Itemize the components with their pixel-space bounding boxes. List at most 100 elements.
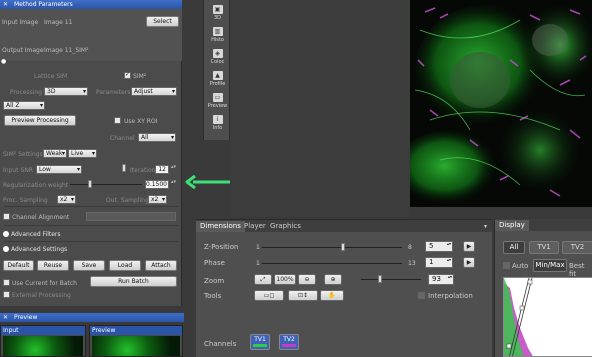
auto-label: Auto <box>512 262 529 270</box>
display-histogram[interactable] <box>503 277 592 357</box>
advanced-filters-label[interactable]: Advanced Filters <box>11 231 61 238</box>
output-image-value: Image 11_SIM² <box>44 47 89 54</box>
min-max-button[interactable]: Min/Max <box>533 259 567 272</box>
sim-checkbox-label: SIM² <box>133 73 147 80</box>
sim-settings-select[interactable]: Weak <box>43 149 67 158</box>
zoom-100-button[interactable]: 100% <box>274 274 296 285</box>
reg-weight-input[interactable]: 0.1500 <box>145 180 169 189</box>
microscopy-image[interactable] <box>410 0 592 207</box>
section-expand-icon[interactable]: ● <box>1 58 6 65</box>
pan-hand-icon[interactable]: ✋ <box>320 290 344 301</box>
tool-info[interactable]: i Info <box>204 112 231 134</box>
best-fit-label[interactable]: Best fit <box>569 262 592 278</box>
load-button[interactable]: Load <box>109 260 141 271</box>
zoom-label: Zoom <box>204 277 225 285</box>
view-tools-strip: ▣ 3D ▥ Histo ◈ Coloc ▲ Profile ▭ Preview i Inf… <box>203 0 230 140</box>
zoom-out-icon[interactable]: ⊖ <box>298 274 316 285</box>
proc-sampling-select[interactable]: x2 <box>57 195 76 204</box>
display-tv2-button[interactable]: TV2 <box>562 241 592 254</box>
preview-processing-button[interactable]: Preview Processing <box>4 115 76 126</box>
preview-input-image <box>3 336 83 356</box>
divider <box>4 225 178 226</box>
advanced-filters-expand-icon[interactable] <box>3 231 9 237</box>
method-parameters-header[interactable]: ✕ Method Parameters <box>0 0 182 9</box>
iterations-input[interactable]: 12 <box>155 165 169 174</box>
preview-header[interactable]: ✕ Preview <box>0 313 184 322</box>
out-sampling-select[interactable]: x2 <box>148 195 167 204</box>
channel-tv2-color <box>282 344 296 347</box>
select-region-icon[interactable]: ▭◻ <box>254 290 284 301</box>
zoom-input[interactable]: 93 <box>428 274 454 285</box>
zoom-in-icon[interactable]: ⊕ <box>324 274 342 285</box>
z-position-input[interactable]: 5 <box>425 241 453 252</box>
tab-graphics[interactable]: Graphics <box>266 221 305 232</box>
default-button[interactable]: Default <box>3 260 34 271</box>
preview-input-pane: Input <box>0 325 86 357</box>
all-z-select[interactable]: All Z <box>3 101 45 110</box>
display-tv1-button[interactable]: TV1 <box>529 241 559 254</box>
sim-live-select[interactable]: Live <box>68 149 97 158</box>
reg-weight-slider-knob[interactable] <box>88 180 92 188</box>
tool-3d[interactable]: ▣ 3D <box>204 2 231 24</box>
input-snr-select[interactable]: Low <box>36 165 82 174</box>
parameters-select[interactable]: Adjust <box>131 87 177 96</box>
external-processing-checkbox[interactable] <box>3 291 10 298</box>
phase-slider[interactable] <box>262 263 402 264</box>
reuse-button[interactable]: Reuse <box>37 260 69 271</box>
dimensions-panel: Dimensions Player Graphics ▾ Z-Position … <box>196 219 492 357</box>
save-button[interactable]: Save <box>73 260 105 271</box>
attach-button[interactable]: Attach <box>145 260 177 271</box>
phase-play-icon[interactable]: ▶ <box>463 257 475 268</box>
phase-input[interactable]: 1 <box>425 257 453 268</box>
z-position-slider[interactable] <box>262 247 402 248</box>
channel-alignment-field[interactable] <box>86 212 176 221</box>
display-all-button[interactable]: All <box>503 241 525 254</box>
panel-menu-chevron-icon[interactable]: ▾ <box>480 221 491 232</box>
input-snr-label: Input SNR <box>3 167 33 174</box>
auto-checkbox[interactable] <box>503 262 510 269</box>
select-button[interactable]: Select <box>146 16 179 27</box>
tool-profile[interactable]: ▲ Profile <box>204 68 231 90</box>
iterations-spin-icon[interactable]: ▴▾ <box>171 164 176 170</box>
processing-label: Processing <box>10 89 43 96</box>
tool-coloc[interactable]: ◈ Coloc <box>204 46 231 68</box>
z-play-icon[interactable]: ▶ <box>463 241 475 252</box>
external-processing-label: External Processing <box>12 292 71 299</box>
channel-alignment-checkbox[interactable] <box>3 213 10 220</box>
tab-dimensions[interactable]: Dimensions <box>196 221 245 232</box>
z-position-label: Z-Position <box>204 243 239 251</box>
out-sampling-label: Out. Sampling <box>106 197 149 204</box>
collapse-icon[interactable]: ✕ <box>3 313 8 322</box>
run-batch-button[interactable]: Run Batch <box>90 276 177 287</box>
channel-tv1-button[interactable]: TV1 <box>250 334 270 350</box>
advanced-settings-expand-icon[interactable] <box>3 246 9 252</box>
phase-max: 13 <box>408 260 416 267</box>
channel-tv2-button[interactable]: TV2 <box>279 334 299 350</box>
phase-label: Phase <box>204 259 225 267</box>
use-xy-roi-checkbox[interactable] <box>114 117 121 124</box>
crop-zoom-icon[interactable]: ⊡↕ <box>288 290 318 301</box>
zoom-slider-knob[interactable] <box>378 275 382 283</box>
channel-select[interactable]: All <box>138 133 176 142</box>
use-current-for-batch-checkbox[interactable] <box>3 279 10 286</box>
zoom-slider[interactable] <box>361 279 421 280</box>
iterations-slider-knob[interactable] <box>122 164 126 172</box>
phase-min: 1 <box>256 260 260 267</box>
sim-settings-label: SIM² Settings <box>3 151 43 158</box>
advanced-settings-label[interactable]: Advanced Settings <box>11 246 67 253</box>
sim-checkbox[interactable]: ✓ <box>124 71 131 79</box>
zoom-fit-icon[interactable]: ⤢ <box>254 274 272 285</box>
processing-select[interactable]: 3D <box>44 87 88 96</box>
z-position-slider-knob[interactable] <box>341 243 345 251</box>
tool-preview[interactable]: ▭ Preview <box>204 90 231 112</box>
reg-weight-slider[interactable] <box>70 184 142 185</box>
reg-weight-spin-icon[interactable]: ▴▾ <box>171 179 176 185</box>
interpolation-checkbox[interactable] <box>418 292 425 299</box>
tool-histo[interactable]: ▥ Histo <box>204 24 231 46</box>
tab-display[interactable]: Display <box>495 220 529 231</box>
interpolation-label: Interpolation <box>428 292 473 300</box>
parameters-label: Parameters <box>96 89 131 96</box>
display-tabs: Display <box>495 219 592 231</box>
preview-output-label: Preview <box>90 326 182 335</box>
collapse-icon[interactable]: ✕ <box>3 0 8 9</box>
